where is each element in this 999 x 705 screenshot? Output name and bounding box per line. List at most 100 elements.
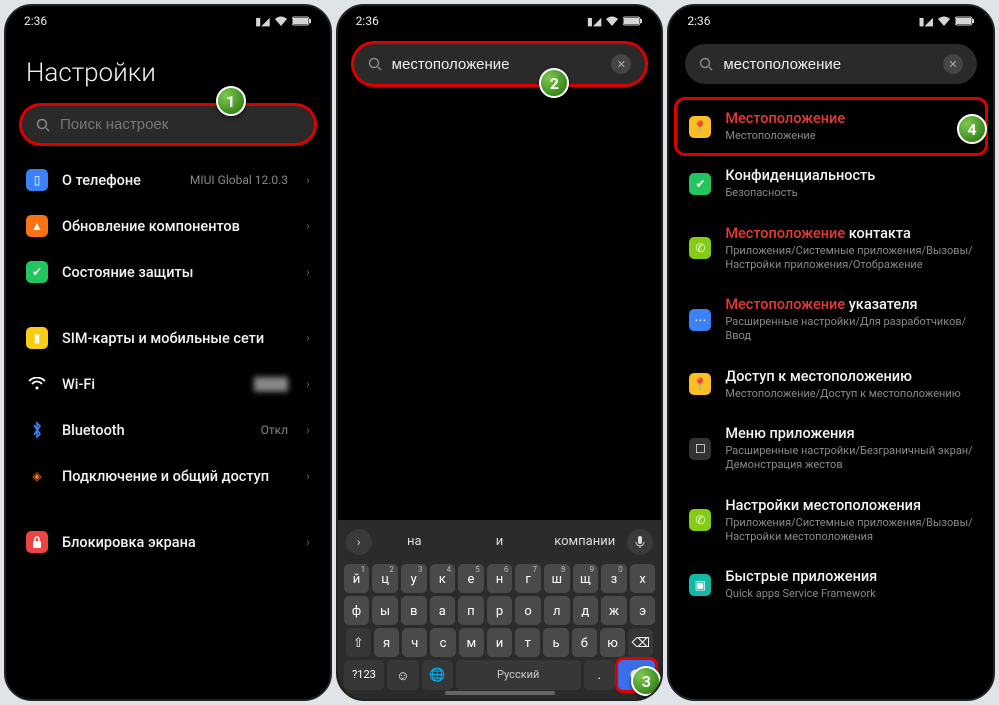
key[interactable]: х xyxy=(630,564,656,593)
result-subtitle: Расширенные настройки/Безграничный экран… xyxy=(725,444,973,473)
key[interactable]: я xyxy=(374,628,399,657)
result-row[interactable]: ✆Местоположение контактаПриложения/Систе… xyxy=(669,213,993,285)
row-security-status[interactable]: ✔ Состояние защиты › xyxy=(6,249,330,295)
key[interactable]: б xyxy=(572,628,597,657)
result-row[interactable]: ✆Настройки местоположенияПриложения/Сист… xyxy=(669,485,993,557)
result-icon: ☐ xyxy=(689,438,711,460)
result-icon: ✆ xyxy=(689,509,711,531)
result-row[interactable]: ⋯Местоположение указателяРасширенные нас… xyxy=(669,284,993,356)
suggestion[interactable]: и xyxy=(457,528,542,555)
result-title: Конфиденциальность xyxy=(725,167,973,184)
key[interactable]: ю xyxy=(600,628,625,657)
key[interactable]: о xyxy=(515,596,541,625)
lock-icon xyxy=(26,531,48,553)
key[interactable]: п xyxy=(458,596,484,625)
row-lockscreen[interactable]: Блокировка экрана › xyxy=(6,519,330,565)
key[interactable]: г7 xyxy=(515,564,541,593)
chevron-right-icon: › xyxy=(306,423,310,437)
key[interactable]: м xyxy=(459,628,484,657)
key[interactable]: е5 xyxy=(458,564,484,593)
result-title: Меню приложения xyxy=(725,425,973,442)
battery-icon xyxy=(292,16,312,26)
result-row[interactable]: ☐ Меню приложения Расширенные настройки/Бе… xyxy=(669,413,993,485)
result-icon: ✆ xyxy=(689,237,711,259)
wifi-icon xyxy=(937,16,951,26)
search-input-wrap[interactable]: ✕ xyxy=(685,44,977,84)
shift-key[interactable]: ⇧ xyxy=(346,628,371,657)
result-subtitle: Местоположение/Доступ к местоположению xyxy=(725,387,973,401)
suggestion[interactable]: компании xyxy=(542,528,627,555)
period-key[interactable]: . xyxy=(584,660,615,690)
search-icon xyxy=(368,57,382,71)
result-subtitle: Местоположение xyxy=(725,129,973,143)
badge-3: 3 xyxy=(631,666,661,696)
bluetooth-icon xyxy=(26,419,48,441)
suggestion[interactable]: на xyxy=(372,528,457,555)
search-input[interactable] xyxy=(60,116,300,133)
search-input-wrap[interactable]: ✕ xyxy=(354,44,646,84)
row-bluetooth[interactable]: Bluetooth Откл › xyxy=(6,407,330,453)
clear-icon[interactable]: ✕ xyxy=(943,54,963,74)
mic-icon[interactable] xyxy=(627,529,653,555)
key[interactable]: к4 xyxy=(430,564,456,593)
search-input-wrap[interactable] xyxy=(22,106,314,143)
result-title: Настройки местоположения xyxy=(725,497,973,514)
phone-panel-2: 2:36 ▮◢ ✕ 2 › на и компании й1ц2у3к4е5н6… xyxy=(336,4,664,701)
key[interactable]: л xyxy=(544,596,570,625)
badge-4: 4 xyxy=(957,114,987,144)
row-about-phone[interactable]: ▯ О телефоне MIUI Global 12.0.3 › xyxy=(6,157,330,203)
key[interactable]: ч xyxy=(402,628,427,657)
key[interactable]: а xyxy=(430,596,456,625)
key[interactable]: ы xyxy=(372,596,398,625)
row-component-update[interactable]: ▲ Обновление компонентов › xyxy=(6,203,330,249)
result-row[interactable]: 📍Доступ к местоположениюМестоположение/Д… xyxy=(669,356,993,413)
key[interactable]: д xyxy=(573,596,599,625)
key[interactable]: н6 xyxy=(487,564,513,593)
wifi-row-icon xyxy=(26,373,48,395)
keyboard[interactable]: › на и компании й1ц2у3к4е5н6г7ш8щ9з0х фы… xyxy=(338,520,662,699)
key[interactable]: щ9 xyxy=(573,564,599,593)
chevron-right-icon: › xyxy=(306,535,310,549)
result-row[interactable]: 📍МестоположениеМестоположение xyxy=(677,100,985,153)
key[interactable]: у3 xyxy=(401,564,427,593)
suggestion-bar: › на и компании xyxy=(342,524,658,561)
key[interactable]: ж xyxy=(601,596,627,625)
search-input[interactable] xyxy=(723,56,933,73)
row-sim-cards[interactable]: ▮ SIM-карты и мобильные сети › xyxy=(6,315,330,361)
result-icon: 📍 xyxy=(689,116,711,138)
key[interactable]: з0 xyxy=(601,564,627,593)
row-wifi[interactable]: Wi-Fi ████ › xyxy=(6,361,330,407)
key[interactable]: й1 xyxy=(344,564,370,593)
chevron-right-icon: › xyxy=(306,377,310,391)
expand-icon[interactable]: › xyxy=(346,529,372,555)
key[interactable]: э xyxy=(630,596,656,625)
key[interactable]: ь xyxy=(543,628,568,657)
key[interactable]: ц2 xyxy=(372,564,398,593)
key[interactable]: ш8 xyxy=(544,564,570,593)
key[interactable]: ф xyxy=(344,596,370,625)
key[interactable]: т xyxy=(515,628,540,657)
clear-icon[interactable]: ✕ xyxy=(611,54,631,74)
space-key[interactable]: Русский xyxy=(456,660,581,690)
key[interactable]: р xyxy=(487,596,513,625)
result-subtitle: Расширенные настройки/Для разработчиков/… xyxy=(725,315,973,344)
emoji-key[interactable]: ☺ xyxy=(387,660,418,690)
result-row[interactable]: ▣Быстрые приложенияQuick apps Service Fr… xyxy=(669,556,993,613)
key[interactable]: и xyxy=(487,628,512,657)
result-icon: ▣ xyxy=(689,574,711,596)
chevron-right-icon: › xyxy=(306,469,310,483)
search-icon xyxy=(699,57,713,71)
search-icon xyxy=(36,118,50,132)
result-row[interactable]: ✔КонфиденциальностьБезопасность xyxy=(669,155,993,212)
globe-key[interactable]: 🌐 xyxy=(422,660,453,690)
row-sharing[interactable]: ◈ Подключение и общий доступ › xyxy=(6,453,330,499)
search-input[interactable] xyxy=(392,56,602,73)
signal-icon: ▮◢ xyxy=(255,15,270,28)
backspace-key[interactable]: ⌫ xyxy=(628,628,653,657)
key[interactable]: в xyxy=(401,596,427,625)
result-icon: ✔ xyxy=(689,173,711,195)
key[interactable]: с xyxy=(430,628,455,657)
phone-panel-1: 2:36 ▮◢ Настройки 1 ▯ О телефоне MIUI Gl… xyxy=(4,4,332,701)
status-time: 2:36 xyxy=(687,14,710,28)
symbols-key[interactable]: ?123 xyxy=(344,660,385,690)
